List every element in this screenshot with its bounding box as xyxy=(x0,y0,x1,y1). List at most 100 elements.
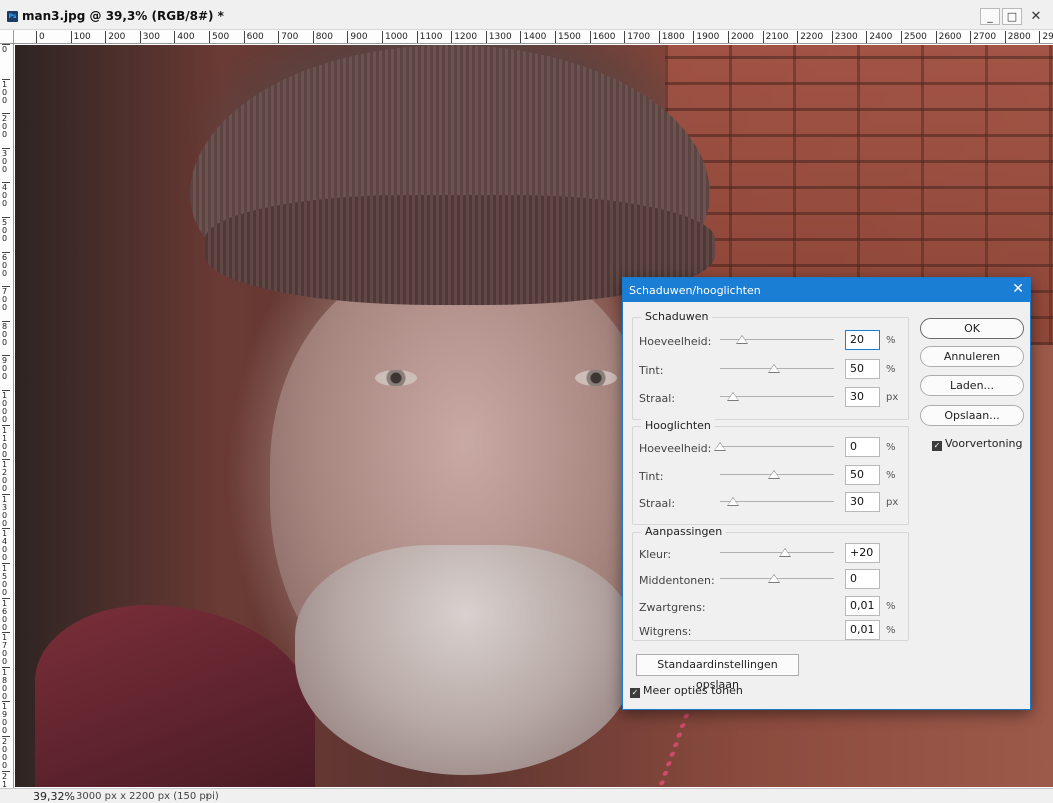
white-clip-input[interactable]: 0,01 xyxy=(845,620,880,640)
highlights-tone-unit: % xyxy=(886,470,896,481)
ruler-tick-label: 1000 xyxy=(382,31,408,43)
dialog-title-bar[interactable]: Schaduwen/hooglichten ✕ xyxy=(623,278,1030,302)
checkbox-checked-icon[interactable]: ✓ xyxy=(630,688,640,698)
ruler-tick-label: 800 xyxy=(312,31,333,43)
close-icon[interactable]: ✕ xyxy=(1012,281,1024,297)
highlights-tone-slider[interactable] xyxy=(720,470,834,479)
shadows-amount-input[interactable]: 20 xyxy=(845,330,880,350)
checkbox-checked-icon[interactable]: ✓ xyxy=(932,441,942,451)
more-options-label: Meer opties tonen xyxy=(643,684,743,697)
shadows-tone-unit: % xyxy=(886,364,896,375)
photo-left-eye xyxy=(375,370,417,386)
color-slider[interactable] xyxy=(720,548,834,557)
ruler-tick-label: 500 xyxy=(209,31,229,43)
ruler-tick-label: 1600 xyxy=(589,31,616,43)
ruler-tick-label: 0 xyxy=(36,31,45,43)
shadows-group: Schaduwen Hoeveelheid: 20 % Tint: 50 % S… xyxy=(632,310,909,420)
ruler-tick-label: 100 xyxy=(2,78,10,105)
highlights-amount-label: Hoeveelheid: xyxy=(639,442,712,455)
cancel-button[interactable]: Annuleren xyxy=(920,346,1024,367)
ruler-tick-label: 100 xyxy=(70,31,91,43)
ok-button[interactable]: OK xyxy=(920,318,1024,339)
slider-thumb-icon[interactable] xyxy=(714,442,726,451)
slider-thumb-icon[interactable] xyxy=(726,497,739,506)
ruler-tick-label: 1900 xyxy=(2,701,10,735)
black-clip-unit: % xyxy=(886,601,896,612)
ruler-tick-label: 1500 xyxy=(2,563,10,597)
close-window-button[interactable]: ✕ xyxy=(1026,8,1046,25)
highlights-radius-input[interactable]: 30 xyxy=(845,492,880,512)
highlights-amount-unit: % xyxy=(886,442,896,453)
shadows-tone-input[interactable]: 50 xyxy=(845,359,880,379)
midtones-input[interactable]: 0 xyxy=(845,569,880,589)
slider-thumb-icon[interactable] xyxy=(726,392,739,401)
horizontal-ruler[interactable]: 0 100 200 300 400 500 600 700 800 900 1000 1100 1200… xyxy=(14,30,1053,44)
slider-thumb-icon[interactable] xyxy=(768,470,780,479)
adjustments-group: Aanpassingen Kleur: +20 Middentonen: 0 Z… xyxy=(632,525,909,641)
ruler-tick-label: 1100 xyxy=(416,31,443,43)
ruler-tick-label: 2100 xyxy=(2,770,10,788)
ruler-tick-label: 1800 xyxy=(2,666,10,701)
chevron-right-icon[interactable]: › xyxy=(205,789,209,802)
save-defaults-button[interactable]: Standaardinstellingen opslaan xyxy=(636,654,799,691)
ruler-tick-label: 700 xyxy=(2,286,10,312)
ruler-tick-label: 600 xyxy=(243,31,264,43)
slider-thumb-icon[interactable] xyxy=(768,574,780,583)
ruler-tick-label: 1300 xyxy=(485,31,512,43)
color-input[interactable]: +20 xyxy=(845,543,880,563)
shadows-highlights-dialog: Schaduwen/hooglichten ✕ Schaduwen Hoevee… xyxy=(622,277,1031,710)
vertical-ruler[interactable]: 0 100 200 300 400 500 600 700 800 900 1000 1100 1200… xyxy=(0,44,14,788)
shadows-radius-slider[interactable] xyxy=(720,392,834,401)
ruler-tick-label: 2300 xyxy=(831,31,858,43)
highlights-radius-label: Straal: xyxy=(639,497,676,510)
midtones-slider[interactable] xyxy=(720,574,834,583)
ruler-tick-label: 2200 xyxy=(797,31,823,43)
ruler-tick-label: 1000 xyxy=(2,390,10,424)
shadows-tone-slider[interactable] xyxy=(720,364,834,373)
ruler-tick-label: 2100 xyxy=(762,31,789,43)
shadows-amount-slider[interactable] xyxy=(720,335,834,344)
ruler-origin[interactable] xyxy=(0,30,14,44)
ruler-tick-label: 500 xyxy=(2,217,10,243)
shadows-amount-label: Hoeveelheid: xyxy=(639,335,712,348)
ruler-tick-label: 1600 xyxy=(2,597,10,632)
save-button[interactable]: Opslaan... xyxy=(920,405,1024,426)
highlights-radius-slider[interactable] xyxy=(720,497,834,506)
ruler-tick-label: 600 xyxy=(2,251,10,278)
more-options-checkbox[interactable]: ✓ Meer opties tonen xyxy=(630,684,743,698)
slider-thumb-icon[interactable] xyxy=(768,364,780,373)
ruler-tick-label: 2500 xyxy=(901,31,927,43)
slider-thumb-icon[interactable] xyxy=(778,548,791,557)
highlights-legend: Hooglichten xyxy=(641,419,715,432)
ruler-tick-label: 900 xyxy=(347,31,368,43)
midtones-label: Middentonen: xyxy=(639,574,715,587)
ruler-tick-label: 300 xyxy=(2,147,10,174)
load-button[interactable]: Laden... xyxy=(920,375,1024,396)
ruler-tick-label: 200 xyxy=(2,113,10,139)
zoom-level[interactable]: 39,32% xyxy=(33,790,75,803)
ruler-tick-label: 0 xyxy=(2,44,10,54)
highlights-amount-slider[interactable] xyxy=(714,442,834,451)
highlights-amount-input[interactable]: 0 xyxy=(845,437,880,457)
ruler-tick-label: 900 xyxy=(2,355,10,381)
status-bar: 39,32% 3000 px x 2200 px (150 ppi) › xyxy=(0,788,1053,803)
highlights-tone-input[interactable]: 50 xyxy=(845,465,880,485)
shadows-radius-input[interactable]: 30 xyxy=(845,387,880,407)
ruler-tick-label: 1200 xyxy=(451,31,477,43)
shadows-amount-unit: % xyxy=(886,335,896,346)
ruler-tick-label: 2800 xyxy=(1004,31,1031,43)
minimize-button[interactable]: _ xyxy=(980,8,1000,25)
document-info: 3000 px x 2200 px (150 ppi) xyxy=(76,791,219,802)
preview-checkbox[interactable]: ✓ Voorvertoning xyxy=(932,437,1022,451)
shadows-radius-unit: px xyxy=(886,392,899,403)
document-title-bar: Ps man3.jpg @ 39,3% (RGB/8#) * _ □ ✕ xyxy=(0,0,1053,30)
black-clip-input[interactable]: 0,01 xyxy=(845,596,880,616)
ruler-tick-label: 1400 xyxy=(2,528,10,562)
ruler-tick-label: 400 xyxy=(174,31,195,43)
ruler-tick-label: 2700 xyxy=(970,31,996,43)
slider-thumb-icon[interactable] xyxy=(735,335,748,344)
ruler-tick-label: 2000 xyxy=(728,31,754,43)
shadows-legend: Schaduwen xyxy=(641,310,713,323)
maximize-button[interactable]: □ xyxy=(1002,8,1022,25)
ruler-tick-label: 1100 xyxy=(2,424,10,459)
